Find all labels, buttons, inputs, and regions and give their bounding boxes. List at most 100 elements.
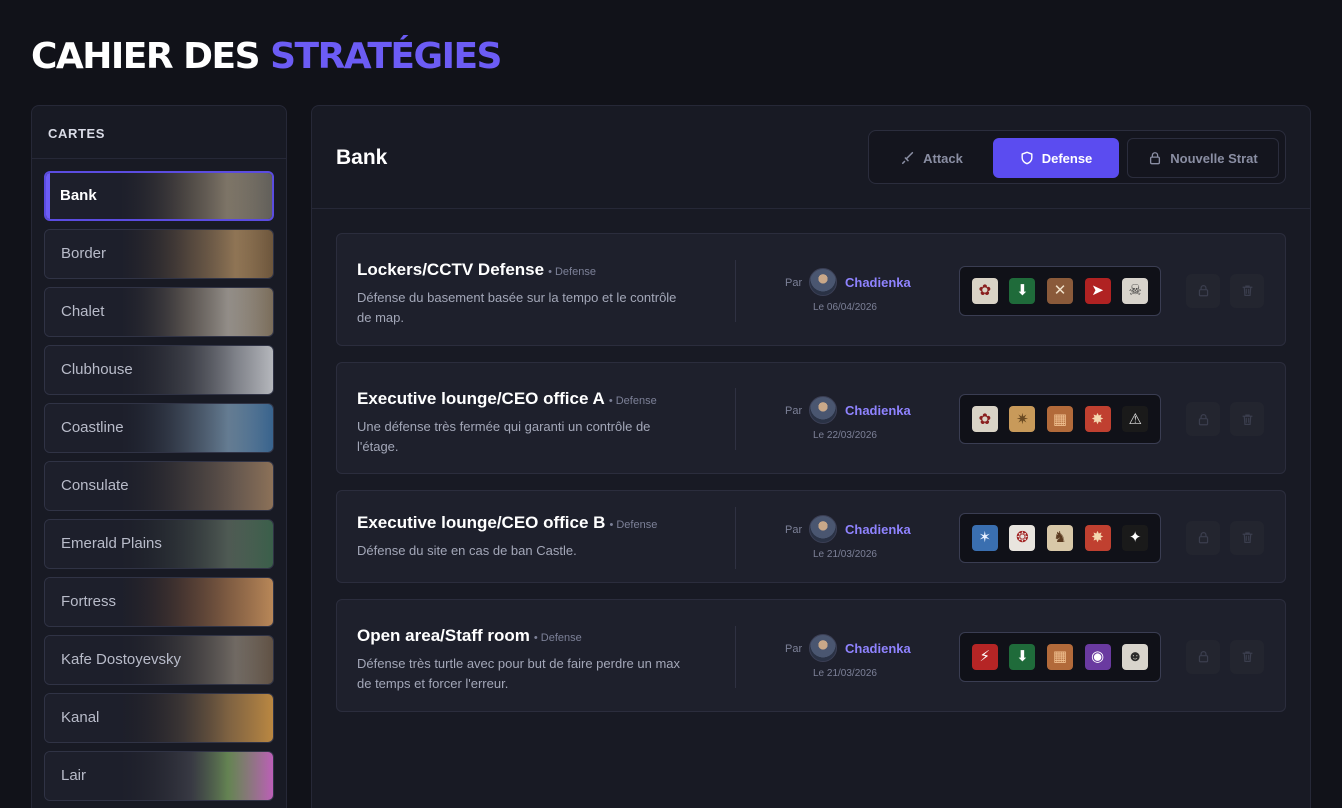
strategy-card[interactable]: Lockers/CCTV Defense • Defense Défense du … [336, 233, 1286, 346]
operator-icon[interactable]: ☻ [1122, 643, 1149, 670]
operator-icon[interactable]: ◉ [1084, 643, 1111, 670]
operator-icon[interactable]: ⚡ [971, 643, 998, 670]
avatar [809, 267, 837, 296]
active-indicator [46, 173, 50, 219]
strategy-side-tag: • Defense [548, 266, 596, 278]
sidebar-item-border[interactable]: Border [44, 229, 274, 279]
operator-icon[interactable]: ✷ [1009, 406, 1036, 432]
operator-icon[interactable]: ⬇ [1009, 643, 1036, 670]
lock-strat-button[interactable] [1186, 402, 1220, 436]
strategy-side-tag: • Defense [609, 519, 658, 531]
sidebar-item-label: Emerald Plains [61, 535, 162, 552]
author-name[interactable]: Chadienka [845, 403, 911, 418]
selected-map-name: Bank [336, 146, 388, 169]
sidebar-item-kanal[interactable]: Kanal [44, 693, 274, 743]
tab-defense-label: Defense [1041, 150, 1093, 166]
card-actions [1186, 273, 1264, 308]
operator-icon[interactable]: ⬇ [1009, 277, 1036, 304]
author-prefix: Par [785, 642, 803, 655]
lock-icon [1198, 532, 1208, 544]
author-name[interactable]: Chadienka [845, 275, 911, 290]
operator-icon[interactable]: ☠ [1122, 277, 1149, 304]
tab-attack[interactable]: Attack [877, 138, 987, 178]
operator-icon[interactable]: ✕ [1046, 277, 1073, 304]
operator-icon[interactable]: ✦ [1122, 524, 1149, 551]
delete-strat-button[interactable] [1230, 639, 1264, 674]
sidebar-item-clubhouse[interactable]: Clubhouse [44, 345, 274, 395]
sidebar-heading: CARTES [32, 106, 286, 159]
strategy-date: Le 21/03/2026 [813, 548, 877, 560]
lock-strat-button[interactable] [1186, 520, 1220, 555]
operator-icon[interactable]: ➤ [1084, 277, 1111, 304]
lock-strat-button[interactable] [1186, 273, 1220, 308]
map-list: Bank Border Chalet Clubhouse Coastline Consul… [32, 159, 286, 808]
operator-icon[interactable]: ✿ [971, 277, 998, 304]
operator-icon[interactable]: ▦ [1046, 406, 1073, 432]
strategy-date: Le 21/03/2026 [813, 667, 877, 679]
avatar [809, 396, 837, 424]
sidebar-item-label: Kafe Dostoyevsky [61, 651, 182, 668]
shield-icon [1021, 151, 1033, 165]
operator-icon[interactable]: ✸ [1084, 406, 1111, 432]
author-prefix: Par [785, 276, 803, 289]
sidebar-item-label: Clubhouse [61, 361, 133, 378]
sidebar-item-label: Chalet [61, 303, 105, 320]
card-divider [735, 625, 736, 688]
strategy-title-text: Executive lounge/CEO office A [357, 389, 605, 408]
page-title-main: CAHIER DES [31, 36, 271, 77]
operator-icon[interactable]: ✶ [971, 524, 998, 551]
strategy-card[interactable]: Executive lounge/CEO office A • Defense Un… [336, 362, 1286, 474]
tab-attack-label: Attack [923, 150, 963, 166]
strategy-title: Executive lounge/CEO office A • Defense [357, 389, 657, 409]
page-title-accent: STRATÉGIES [270, 36, 502, 77]
card-actions [1186, 639, 1264, 674]
author-name[interactable]: Chadienka [845, 641, 911, 656]
avatar [809, 514, 837, 543]
sidebar-item-kafe-dostoyevsky[interactable]: Kafe Dostoyevsky [44, 635, 274, 685]
delete-strat-button[interactable] [1230, 520, 1264, 555]
trash-icon [1241, 413, 1253, 425]
sidebar-item-label: Kanal [61, 709, 100, 726]
operator-icon[interactable]: ⚠ [1122, 406, 1149, 432]
sidebar-item-lair[interactable]: Lair [44, 751, 274, 801]
new-strat-button[interactable]: Nouvelle Strat [1127, 138, 1279, 178]
operator-icon[interactable]: ✿ [971, 406, 998, 432]
author-prefix: Par [785, 405, 803, 417]
delete-strat-button[interactable] [1230, 273, 1264, 308]
page-title: CAHIER DES STRATÉGIES [31, 36, 502, 77]
sidebar-item-emerald-plains[interactable]: Emerald Plains [44, 519, 274, 569]
side-tabs: Attack Defense Nouvelle Strat [868, 130, 1286, 184]
sidebar-item-bank[interactable]: Bank [44, 171, 274, 221]
sidebar-item-label: Coastline [61, 419, 124, 436]
card-actions [1186, 520, 1264, 555]
delete-strat-button[interactable] [1230, 402, 1264, 436]
lock-icon [1198, 413, 1208, 425]
lock-icon [1198, 285, 1208, 297]
lock-strat-button[interactable] [1186, 639, 1220, 674]
new-strat-label: Nouvelle Strat [1170, 150, 1258, 166]
author-name[interactable]: Chadienka [845, 522, 911, 537]
operator-icon[interactable]: ❂ [1009, 524, 1036, 551]
card-divider [735, 388, 736, 450]
operator-icon[interactable]: ✸ [1084, 524, 1111, 551]
sidebar-item-label: Consulate [61, 477, 129, 494]
strategy-description: Une défense très fermée qui garanti un c… [357, 419, 651, 454]
strategy-card[interactable]: Open area/Staff room • Defense Défense trè… [336, 599, 1286, 712]
card-actions [1186, 402, 1264, 436]
operator-icon[interactable]: ▦ [1046, 643, 1073, 670]
trash-icon [1241, 651, 1253, 662]
sword-icon [902, 151, 914, 165]
sidebar-item-label: Border [61, 245, 107, 262]
sidebar-item-coastline[interactable]: Coastline [44, 403, 274, 453]
sidebar-item-consulate[interactable]: Consulate [44, 461, 274, 511]
sidebar-item-chalet[interactable]: Chalet [44, 287, 274, 337]
strategy-side-tag: • Defense [533, 632, 582, 644]
card-divider [735, 506, 736, 569]
tab-defense[interactable]: Defense [993, 138, 1119, 178]
maps-sidebar: CARTES Bank Border Chalet Clubhouse Coastlin… [31, 105, 287, 808]
lock-icon [1198, 651, 1208, 663]
strategy-title-text: Lockers/CCTV Defense [357, 260, 545, 279]
sidebar-item-fortress[interactable]: Fortress [44, 577, 274, 627]
operator-icon[interactable]: ♞ [1046, 524, 1073, 551]
strategy-card[interactable]: Executive lounge/CEO office B • Defense Dé… [336, 490, 1286, 583]
